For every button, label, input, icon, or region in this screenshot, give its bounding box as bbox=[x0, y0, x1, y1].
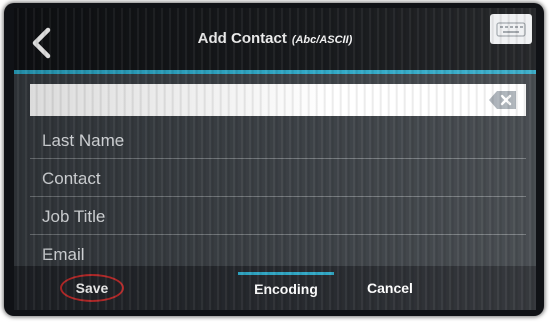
page-title: Add Contact (Abc/ASCII) bbox=[14, 30, 536, 48]
contact-label: Contact bbox=[42, 169, 101, 188]
contact-field[interactable]: Contact bbox=[30, 162, 526, 197]
job-title-label: Job Title bbox=[42, 207, 106, 226]
device-frame: Add Contact (Abc/ASCII) Last Name Contac… bbox=[4, 3, 544, 316]
keyboard-button[interactable] bbox=[490, 14, 532, 44]
job-title-field[interactable]: Job Title bbox=[30, 200, 526, 235]
cancel-label: Cancel bbox=[367, 280, 413, 296]
encoding-label: Encoding bbox=[254, 281, 318, 297]
footer-bar: Save Encoding Cancel bbox=[14, 266, 536, 310]
clear-button[interactable] bbox=[488, 89, 518, 111]
page-title-text: Add Contact bbox=[197, 30, 287, 47]
save-highlight-ring bbox=[60, 274, 124, 302]
last-name-label: Last Name bbox=[42, 131, 125, 150]
encoding-button[interactable]: Encoding bbox=[238, 272, 334, 303]
cancel-button[interactable]: Cancel bbox=[350, 274, 430, 302]
save-button[interactable]: Save bbox=[60, 274, 124, 302]
email-label: Email bbox=[42, 245, 85, 264]
page-subtitle: (Abc/ASCII) bbox=[291, 34, 353, 46]
keyboard-icon bbox=[496, 22, 526, 37]
name-input[interactable] bbox=[30, 84, 486, 116]
screen: Add Contact (Abc/ASCII) Last Name Contac… bbox=[14, 8, 536, 310]
name-input-row bbox=[30, 84, 526, 116]
header-bar: Add Contact (Abc/ASCII) bbox=[14, 8, 536, 74]
last-name-field[interactable]: Last Name bbox=[30, 124, 526, 159]
backspace-icon bbox=[489, 91, 516, 109]
